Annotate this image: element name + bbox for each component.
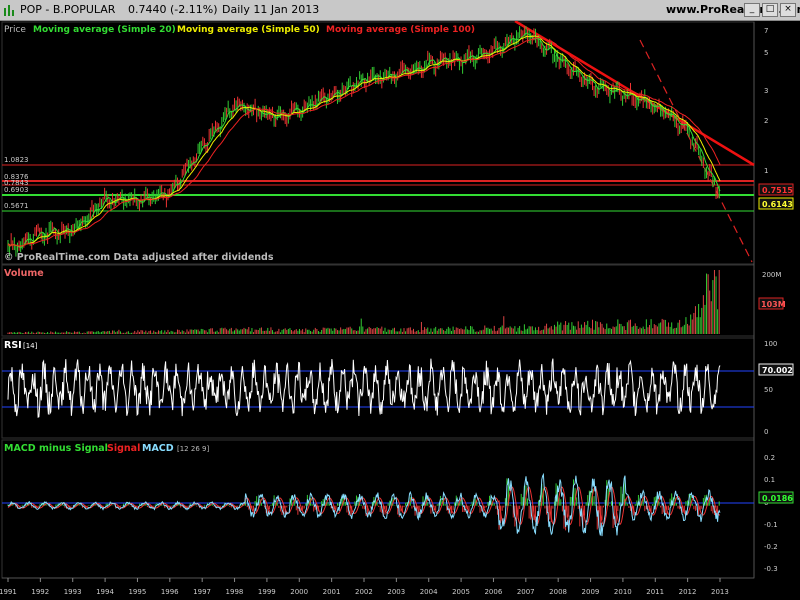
x-tick-label: 2011	[646, 588, 664, 596]
price-tick-3: 2	[764, 117, 768, 125]
rsi-tick-0: 100	[764, 340, 777, 348]
svg-text:70.002: 70.002	[762, 366, 793, 375]
rsi-tick-1: 50	[764, 386, 773, 394]
macd-legend-0: MACD minus Signal	[4, 443, 108, 454]
price-tick-1: 5	[764, 49, 768, 57]
volume-tick-0: 200M	[762, 271, 781, 279]
price-legend-0: Price	[4, 25, 26, 35]
title-bar: POP - B.POPULAR 0.7440 (-2.11%) Daily 11…	[0, 0, 800, 21]
svg-text:103M: 103M	[761, 300, 786, 309]
period-date-label: Daily 11 Jan 2013	[222, 3, 320, 16]
x-tick-label: 2006	[484, 588, 502, 596]
macd-tick-0: 0.2	[764, 454, 775, 462]
x-tick-label: 2007	[517, 588, 535, 596]
x-tick-label: 2009	[582, 588, 600, 596]
volume-last-value-badge: 103M	[758, 297, 786, 310]
rsi-params: [14]	[23, 342, 38, 350]
volume-title: Volume	[4, 268, 44, 279]
macd-tick-4: -0.2	[764, 543, 778, 551]
rsi-tick-2: 0	[764, 428, 768, 436]
level-label-0: 1.0823	[4, 156, 29, 164]
level-label-4: 0.5671	[4, 202, 29, 210]
x-tick-label: 2013	[711, 588, 729, 596]
price-legend-2: Moving average (Simple 50)	[177, 25, 320, 35]
x-tick-label: 2008	[549, 588, 567, 596]
x-tick-label: 1997	[193, 588, 211, 596]
maximize-button[interactable]: □	[762, 3, 778, 17]
rsi-title: RSI	[4, 340, 22, 351]
x-tick-label: 2002	[355, 588, 373, 596]
x-tick-label: 2005	[452, 588, 470, 596]
x-tick-label: 1993	[64, 588, 82, 596]
close-button[interactable]: ×	[780, 3, 796, 17]
level-label-3: 0.6903	[4, 186, 29, 194]
x-tick-label: 2010	[614, 588, 632, 596]
x-tick-label: 2000	[290, 588, 308, 596]
macd-tick-3: -0.1	[764, 521, 778, 529]
price-tick-4: 1	[764, 167, 768, 175]
svg-text:0.7515: 0.7515	[762, 186, 793, 195]
price-legend-1: Moving average (Simple 20)	[33, 25, 176, 35]
app-logo-icon	[4, 5, 14, 16]
price-legend-3: Moving average (Simple 100)	[326, 25, 475, 35]
x-tick-label: 1991	[0, 588, 17, 596]
price-last-value-badge: 0.7515	[758, 183, 794, 196]
x-tick-label: 2012	[679, 588, 697, 596]
price-change-label: 0.7440 (-2.11%)	[128, 3, 218, 16]
svg-text:0.0186: 0.0186	[762, 494, 793, 503]
watermark: © ProRealTime.com Data adjusted after di…	[4, 252, 274, 263]
x-tick-label: 1994	[96, 588, 114, 596]
macd-legend-2: MACD	[142, 443, 174, 454]
rsi-last-value-badge: 70.002	[758, 363, 794, 376]
minimize-button[interactable]: _	[744, 3, 760, 17]
x-tick-label: 2001	[323, 588, 341, 596]
ma-value-badge: 0.6143	[758, 197, 794, 210]
window-controls: _ □ ×	[744, 3, 796, 17]
macd-legend-1: Signal	[107, 443, 140, 454]
x-tick-label: 1998	[226, 588, 244, 596]
macd-tick-5: -0.3	[764, 565, 778, 573]
chart-area: Price Moving average (Simple 20) Moving …	[0, 21, 800, 600]
price-tick-0: 7	[764, 27, 768, 35]
symbol-label: POP - B.POPULAR	[20, 3, 116, 16]
macd-tick-1: 0.1	[764, 476, 775, 484]
svg-text:0.6143: 0.6143	[762, 200, 793, 209]
x-tick-label: 1992	[31, 588, 49, 596]
x-tick-label: 2004	[420, 588, 438, 596]
price-tick-2: 3	[764, 87, 768, 95]
macd-last-value-badge: 0.0186	[758, 491, 794, 504]
x-tick-label: 1999	[258, 588, 276, 596]
x-tick-label: 1995	[128, 588, 146, 596]
x-tick-label: 2003	[387, 588, 405, 596]
x-tick-label: 1996	[161, 588, 179, 596]
macd-params: [12 26 9]	[177, 445, 209, 453]
